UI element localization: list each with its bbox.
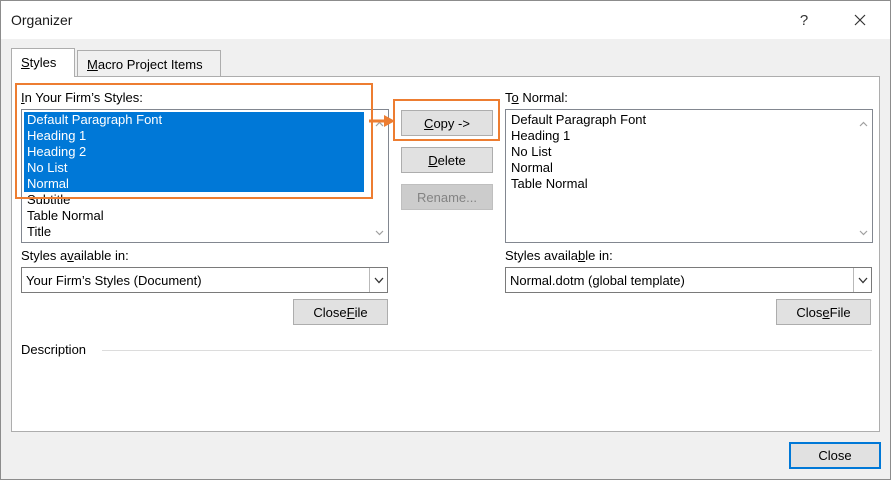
title-bar: Organizer ? xyxy=(1,1,890,39)
right-list-label-post: Normal: xyxy=(518,90,568,105)
scroll-down-icon[interactable] xyxy=(375,228,384,237)
delete-mnemonic: D xyxy=(428,152,438,168)
right-list-scrollbar[interactable] xyxy=(855,110,872,242)
chevron-down-icon[interactable] xyxy=(853,268,871,292)
left-list-scrollbar[interactable] xyxy=(371,110,388,242)
description-divider xyxy=(102,350,872,351)
right-available-dropdown[interactable]: Normal.dotm (global template) xyxy=(505,267,872,293)
right-close-file-mnemonic: e xyxy=(822,304,830,320)
copy-label: opy -> xyxy=(433,115,470,131)
right-list-item[interactable]: Heading 1 xyxy=(508,128,570,144)
right-close-file-post: File xyxy=(829,304,851,320)
left-available-value: Your Firm’s Styles (Document) xyxy=(26,273,202,288)
right-close-file-pre: Clos xyxy=(796,304,823,320)
close-icon xyxy=(854,14,866,26)
left-available-dropdown[interactable]: Your Firm’s Styles (Document) xyxy=(21,267,388,293)
left-close-file-mnemonic: F xyxy=(346,304,355,320)
right-available-value: Normal.dotm (global template) xyxy=(510,273,685,288)
left-list-item[interactable]: No List xyxy=(24,160,364,176)
left-list-item[interactable]: Table Normal xyxy=(24,208,104,224)
left-list-item[interactable]: Default Paragraph Font xyxy=(24,112,364,128)
tab-macro-label: acro Project Items xyxy=(97,57,203,72)
right-list-label-mnemonic: o xyxy=(511,90,519,105)
right-close-file-button[interactable]: Clos e File xyxy=(776,299,871,325)
tab-styles-label: tyles xyxy=(29,55,57,70)
scroll-down-icon[interactable] xyxy=(859,228,868,237)
right-list-item[interactable]: Default Paragraph Font xyxy=(508,112,646,128)
close-button[interactable]: Close xyxy=(789,442,881,469)
help-button[interactable]: ? xyxy=(781,1,827,39)
left-close-file-button[interactable]: Close File xyxy=(293,299,388,325)
organizer-dialog: Organizer ? Styles Macro Project Items I… xyxy=(0,0,891,480)
tab-styles-mnemonic: S xyxy=(21,55,30,70)
left-list-item[interactable]: Heading 2 xyxy=(24,144,364,160)
description-label: Description xyxy=(21,342,87,357)
left-available-pre: Styles a xyxy=(21,248,68,263)
copy-mnemonic: C xyxy=(424,115,434,131)
question-mark-icon: ? xyxy=(799,11,809,29)
right-available-label: Styles available in: xyxy=(505,248,613,263)
left-list-item[interactable]: Subtitle xyxy=(24,192,70,208)
left-close-file-pre: Close xyxy=(313,304,347,320)
scroll-up-icon[interactable] xyxy=(375,120,384,129)
right-list-item[interactable]: No List xyxy=(508,144,551,160)
window-close-button[interactable] xyxy=(837,1,883,39)
copy-button[interactable]: Copy -> xyxy=(401,110,493,136)
left-available-post: ailable in: xyxy=(73,248,129,263)
right-styles-list[interactable]: Default Paragraph Font Heading 1 No List No… xyxy=(505,109,873,243)
styles-panel: In Your Firm’s Styles: Default Paragraph… xyxy=(11,76,880,432)
window-title: Organizer xyxy=(11,12,73,28)
left-available-label: Styles available in: xyxy=(21,248,129,263)
delete-label: elete xyxy=(437,152,466,168)
right-available-pre: Styles availa xyxy=(505,248,578,263)
right-list-item[interactable]: Table Normal xyxy=(508,176,588,192)
delete-button[interactable]: Delete xyxy=(401,147,493,173)
rename-button[interactable]: Rename... xyxy=(401,184,493,210)
rename-label: Rename... xyxy=(417,189,477,205)
left-close-file-post: ile xyxy=(354,304,368,320)
chevron-down-icon[interactable] xyxy=(369,268,387,292)
left-list-item[interactable]: Normal xyxy=(24,176,364,192)
left-list-label: In Your Firm’s Styles: xyxy=(21,90,143,105)
scroll-up-icon[interactable] xyxy=(859,120,868,129)
right-available-post: le in: xyxy=(585,248,613,263)
left-styles-list[interactable]: Default Paragraph Font Heading 1 Heading 2… xyxy=(21,109,389,243)
right-list-item[interactable]: Normal xyxy=(508,160,553,176)
right-list-label: To Normal: xyxy=(505,90,568,105)
tab-macro-project-items[interactable]: Macro Project Items xyxy=(77,50,221,77)
tab-styles[interactable]: Styles xyxy=(11,48,75,77)
left-list-item[interactable]: Title xyxy=(24,224,51,240)
left-list-label-text: n Your Firm’s Styles: xyxy=(24,90,143,105)
left-list-item[interactable]: Heading 1 xyxy=(24,128,364,144)
tab-macro-mnemonic: M xyxy=(87,57,98,72)
